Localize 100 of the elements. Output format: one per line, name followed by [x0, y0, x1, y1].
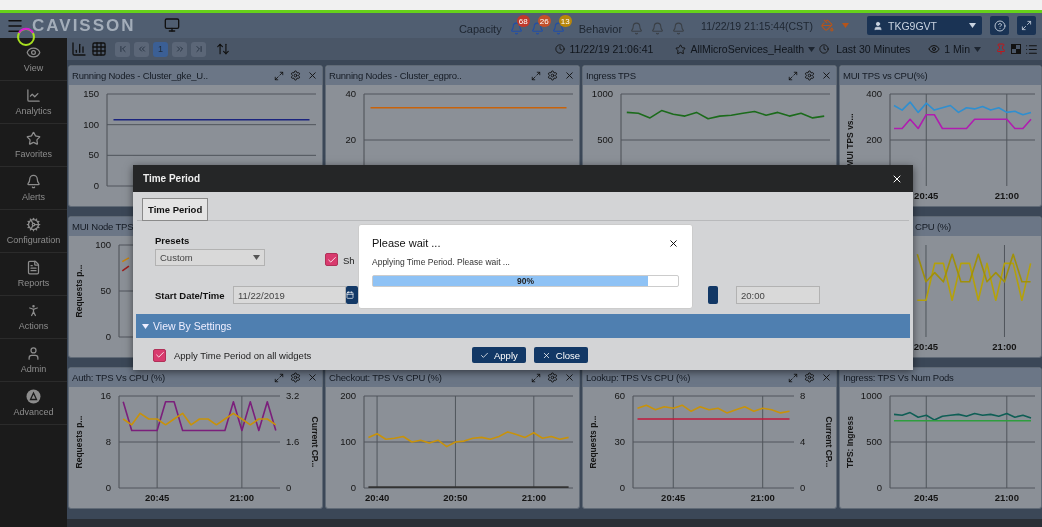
axis-tick-label: 8 [105, 436, 111, 447]
grid-icon[interactable] [91, 41, 107, 57]
sidebar-item[interactable]: Favorites [0, 124, 67, 167]
axis-tick-label: 150 [83, 88, 99, 99]
caret-icon [969, 23, 976, 28]
fullscreen-button[interactable] [1017, 16, 1036, 35]
eye-icon [928, 43, 941, 55]
axis-label: TPS: Ingress [845, 416, 855, 468]
date-input[interactable]: 11/22/2019 [233, 286, 346, 304]
person-icon [26, 303, 41, 318]
server-datetime: 11/22/19 21:15:44(CST) [701, 19, 813, 32]
time-picker-button[interactable] [708, 286, 718, 304]
close-icon [541, 350, 551, 360]
field-label: Start Date/Time [155, 289, 225, 301]
close-icon[interactable] [668, 237, 679, 249]
help-button[interactable] [990, 16, 1009, 35]
close-button[interactable]: Close [533, 347, 589, 363]
star-icon [675, 43, 687, 55]
widget-title: Auth: TPS Vs CPU (%) [72, 372, 165, 383]
axis-tick-label: 100 [340, 436, 356, 447]
expand-icon[interactable] [788, 372, 798, 383]
expand-icon [1021, 20, 1032, 31]
bar-chart-icon[interactable] [71, 41, 87, 57]
widget-title: Lookup: TPS Vs CPU (%) [586, 372, 691, 383]
settings-icon[interactable] [290, 70, 301, 81]
user-icon [26, 346, 41, 361]
axis-tick-label: 21:00 [992, 341, 1017, 352]
bell-icon[interactable] [530, 22, 544, 35]
calendar-icon [346, 291, 354, 299]
double-chevron-right-icon [174, 44, 185, 54]
logo: CAVISSON [32, 15, 136, 36]
axis-tick-label: 21:00 [994, 492, 1019, 503]
horizontal-scrollbar[interactable] [67, 519, 1042, 527]
axis-tick-label: 1000 [591, 88, 613, 99]
axis-tick-label: 20:45 [913, 341, 939, 352]
checkbox[interactable] [325, 253, 338, 266]
expand-icon[interactable] [531, 372, 541, 383]
capacity-label: Capacity [458, 22, 502, 35]
apply-button[interactable]: Apply [472, 347, 526, 363]
list-icon[interactable] [1025, 42, 1038, 56]
axis-tick-label: 1.6 [286, 436, 300, 447]
checkbox[interactable] [153, 348, 166, 362]
section-header[interactable]: View By Settings [136, 314, 910, 338]
settings-icon[interactable] [804, 70, 815, 81]
axis-tick-label: 100 [83, 118, 99, 130]
sidebar-item[interactable]: Admin [0, 339, 67, 382]
series-line [121, 265, 130, 272]
field-label: Presets [155, 235, 191, 246]
user-menu-button[interactable]: TKG9GVT [867, 16, 982, 35]
monitor-icon[interactable] [163, 16, 180, 33]
axis-tick-label: 0 [93, 180, 99, 191]
axis-tick-label: 0 [800, 482, 806, 493]
axis-tick-label: 50 [100, 285, 111, 296]
widget-title: Running Nodes - Cluster_gke_U.. [72, 70, 208, 81]
sidebar-item[interactable]: Analytics [0, 81, 67, 124]
sidebar-item[interactable]: Actions [0, 296, 67, 339]
caret-icon [974, 46, 981, 52]
user-icon [873, 20, 883, 31]
caret-icon [142, 323, 149, 329]
caret-icon [842, 23, 849, 28]
settings-icon[interactable] [547, 372, 558, 383]
axis-tick-label: 400 [866, 88, 882, 99]
dialog-tab[interactable]: Time Period [142, 198, 209, 221]
sidebar-item[interactable]: Reports [0, 253, 67, 296]
axis-label: Current CP... [824, 416, 834, 468]
axis-tick-label: 500 [597, 134, 613, 145]
alert-count-badge: 68 [516, 15, 530, 27]
sidebar-item[interactable]: Alerts [0, 167, 67, 210]
axis-label: Requests p... [588, 415, 598, 469]
settings-icon[interactable] [804, 372, 815, 383]
axis-tick-label: 20:40 [364, 492, 390, 503]
axis-tick-label: 0 [105, 482, 111, 493]
axis-tick-label: 0 [876, 482, 882, 493]
expand-icon[interactable] [531, 70, 541, 81]
sort-icon[interactable] [216, 42, 230, 56]
progress-reading: 90% [516, 276, 535, 286]
axis-tick-label: 20:45 [145, 492, 170, 503]
check-icon [154, 350, 165, 360]
calendar-button[interactable] [346, 286, 358, 304]
axis-tick-label: 0 [105, 331, 111, 342]
checkbox-label: Sh [343, 255, 355, 266]
presets-dropdown[interactable]: Custom [155, 249, 265, 266]
axis-tick-label: 21:00 [521, 492, 546, 503]
widget-title: CPU (%) [915, 221, 952, 232]
bell-icon[interactable] [551, 22, 565, 35]
bell-icon[interactable] [509, 22, 523, 35]
behavior-label: Behavior [578, 22, 623, 35]
expand-icon[interactable] [274, 70, 284, 81]
checker-icon[interactable] [1011, 44, 1021, 54]
expand-icon[interactable] [788, 70, 798, 81]
double-chevron-left-icon [136, 44, 147, 54]
sidebar-item[interactable]: Advanced [0, 382, 67, 425]
popup-message: Applying Time Period. Please wait ... [372, 257, 511, 267]
expand-icon[interactable] [274, 372, 284, 383]
time-input[interactable]: 20:00 [736, 286, 820, 304]
settings-icon[interactable] [290, 372, 301, 383]
popup-title: Please wait ... [372, 237, 441, 249]
settings-icon[interactable] [547, 70, 558, 81]
axis-tick-label: 4 [800, 436, 806, 447]
sidebar-item[interactable]: Configuration [0, 210, 67, 253]
